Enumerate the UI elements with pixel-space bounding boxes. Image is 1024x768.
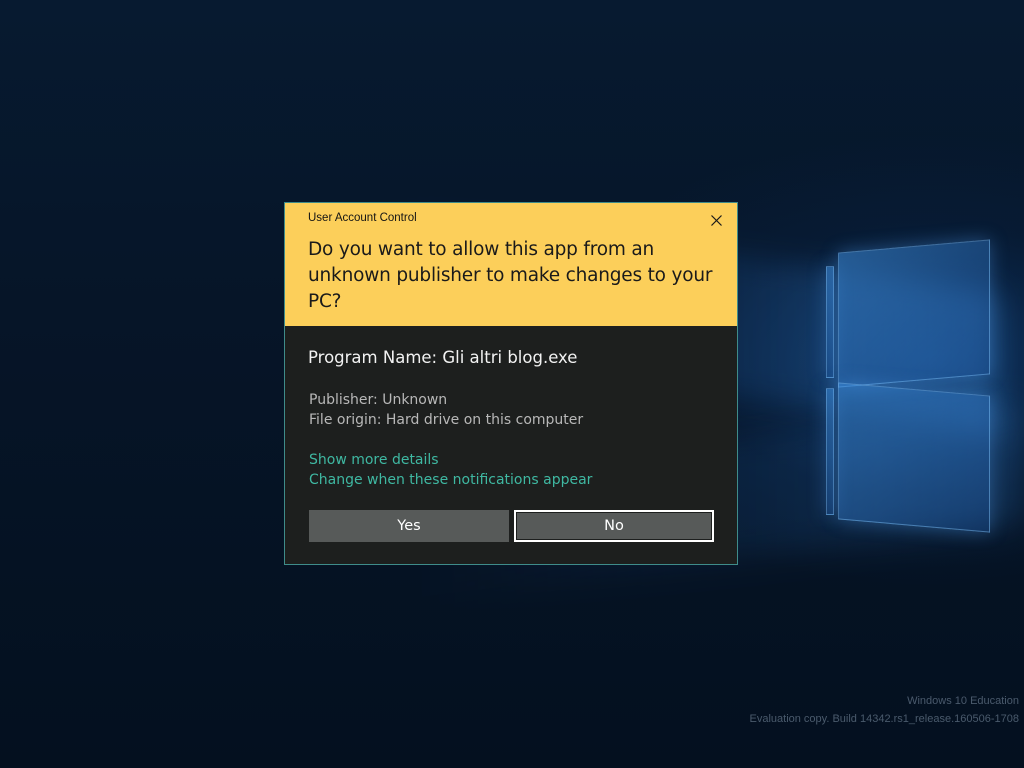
logo-pane-bottom-right: [838, 382, 990, 533]
close-icon: [710, 214, 722, 226]
no-button[interactable]: No: [514, 510, 714, 542]
uac-body: Program Name: Gli altri blog.exe Publish…: [285, 326, 737, 564]
dialog-title: User Account Control: [308, 212, 417, 224]
program-name: Program Name: Gli altri blog.exe: [308, 348, 578, 367]
uac-question: Do you want to allow this app from an un…: [308, 239, 713, 312]
logo-pane-top-left: [826, 266, 834, 378]
logo-pane-top-right: [838, 239, 990, 388]
uac-header: User Account Control Do you want to allo…: [285, 203, 737, 326]
file-origin-info: File origin: Hard drive on this computer: [309, 412, 584, 428]
evaluation-watermark: Windows 10 Education Evaluation copy. Bu…: [750, 692, 1020, 728]
windows-logo: [826, 236, 996, 536]
change-notifications-link[interactable]: Change when these notifications appear: [309, 472, 592, 488]
watermark-edition: Windows 10 Education: [907, 695, 1019, 707]
logo-pane-bottom-left: [826, 388, 834, 515]
uac-dialog: User Account Control Do you want to allo…: [284, 202, 738, 565]
watermark-build: Evaluation copy. Build 14342.rs1_release…: [749, 713, 1020, 725]
show-more-details-link[interactable]: Show more details: [309, 452, 439, 468]
yes-button[interactable]: Yes: [309, 510, 509, 542]
close-button[interactable]: [703, 209, 729, 231]
publisher-info: Publisher: Unknown: [309, 392, 448, 408]
